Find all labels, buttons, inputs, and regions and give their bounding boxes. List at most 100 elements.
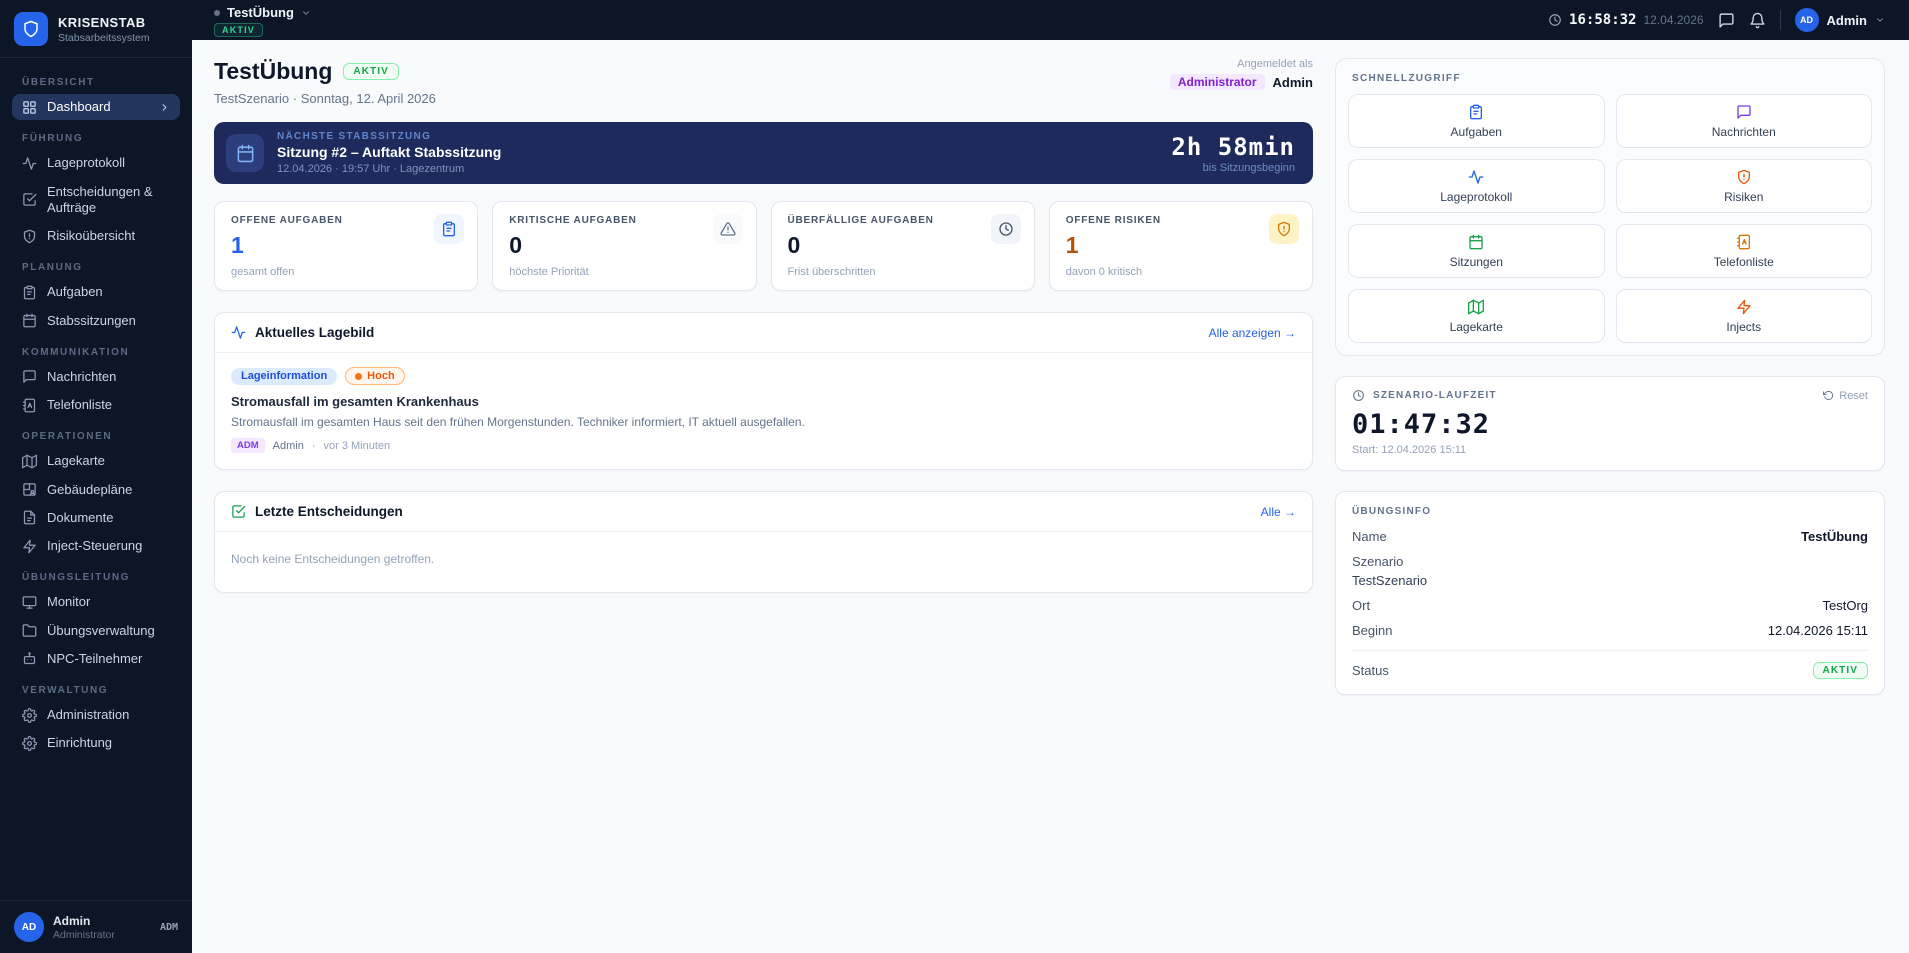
sidebar-item-entscheidungen[interactable]: Entscheidungen & Aufträge <box>12 179 180 222</box>
topbar-clock: 16:58:32 12.04.2026 <box>1548 12 1704 28</box>
sidebar-item-administration[interactable]: Administration <box>12 702 180 728</box>
sidebar-item-label: Lagekarte <box>47 453 105 469</box>
clock-icon <box>998 221 1014 237</box>
next-session-banner[interactable]: NÄCHSTE STABSSITZUNG Sitzung #2 – Auftak… <box>214 122 1313 184</box>
quick-tile-lagekarte[interactable]: Lagekarte <box>1348 289 1605 343</box>
sidebar-nav: ÜBERSICHT Dashboard FÜHRUNG Lageprotokol… <box>0 58 192 900</box>
sidebar-item-label: Entscheidungen & Aufträge <box>47 183 153 215</box>
sidebar-item-npc-teilnehmer[interactable]: NPC-Teilnehmer <box>12 646 180 672</box>
sidebar-item-inject-steuerung[interactable]: Inject-Steuerung <box>12 533 180 559</box>
entscheidungen-all-link[interactable]: Alle → <box>1261 505 1296 519</box>
chevron-down-icon <box>1875 15 1885 25</box>
quick-tile-sitzungen[interactable]: Sitzungen <box>1348 224 1605 278</box>
sidebar-item-label: Inject-Steuerung <box>47 538 143 553</box>
messages-button[interactable] <box>1718 12 1735 29</box>
sidebar: KRISENSTAB Stabsarbeitssystem ÜBERSICHT … <box>0 0 192 953</box>
uebungsinfo-card: ÜBUNGSINFO Name TestÜbung Szenario TestS… <box>1335 491 1885 695</box>
sidebar-item-dokumente[interactable]: Dokumente <box>12 505 180 531</box>
stat-offene-risiken: OFFENE RISIKEN 1 davon 0 kritisch <box>1048 201 1313 291</box>
sidebar-section-uebersicht: ÜBERSICHT <box>22 77 95 88</box>
info-row-ort: Ort TestOrg <box>1352 598 1868 613</box>
lagebild-entry[interactable]: Lageinformation Hoch Stromausfall im ges… <box>215 353 1312 469</box>
entscheidungen-card: Letzte Entscheidungen Alle → Noch keine … <box>214 491 1313 593</box>
check-square-icon <box>22 192 37 207</box>
exercise-name: TestÜbung <box>227 5 294 20</box>
topbar-time: 16:58:32 <box>1569 12 1637 28</box>
user-menu[interactable]: AD Admin <box>1794 8 1885 32</box>
stat-label: OFFENE AUFGABEN <box>231 215 343 226</box>
shield-icon <box>22 20 40 38</box>
sidebar-user-name: Admin <box>53 913 91 928</box>
sidebar-item-label: Dokumente <box>47 509 114 525</box>
activity-icon <box>22 156 37 171</box>
entry-time-ago: vor 3 Minuten <box>323 439 391 452</box>
sidebar-section-operationen: OPERATIONEN <box>22 431 113 443</box>
quick-tile-injects[interactable]: Injects <box>1615 289 1872 343</box>
entscheidungen-title: Letzte Entscheidungen <box>255 504 403 519</box>
main-content: TestÜbung AKTIV TestSzenario · Sonntag, … <box>192 40 1909 953</box>
sidebar-item-dashboard[interactable]: Dashboard <box>12 94 180 121</box>
entscheidungen-empty-text: Noch keine Entscheidungen getroffen. <box>231 552 435 566</box>
notifications-button[interactable] <box>1749 12 1766 29</box>
stat-sublabel: gesamt offen <box>231 266 295 278</box>
sidebar-item-label: Einrichtung <box>47 735 113 751</box>
runtime-card: SZENARIO-LAUFZEIT Reset 01:47:32 Start: … <box>1335 376 1885 471</box>
page-header: TestÜbung AKTIV TestSzenario · Sonntag, … <box>214 58 1313 106</box>
calendar-icon <box>1468 234 1484 250</box>
stat-value: 1 <box>231 232 244 258</box>
entry-type-badge: Lageinformation <box>231 367 338 385</box>
sidebar-item-label: Administration <box>47 707 130 722</box>
header-user-name: Admin <box>1272 74 1313 90</box>
info-row-szenario: Szenario TestSzenario <box>1352 554 1428 588</box>
sidebar-item-label: Telefonliste <box>47 397 113 412</box>
sidebar-item-label: Risikoübersicht <box>47 228 136 243</box>
sidebar-section-verwaltung: VERWALTUNG <box>22 685 109 696</box>
sidebar-item-lagekarte[interactable]: Lagekarte <box>12 448 180 474</box>
sidebar-item-stabssitzungen[interactable]: Stabssitzungen <box>12 308 180 334</box>
sidebar-item-label: Stabssitzungen <box>47 312 136 328</box>
page-title: TestÜbung <box>214 58 333 84</box>
shield-alert-icon <box>1276 221 1292 237</box>
entry-description: Stromausfall im gesamten Haus seit den f… <box>231 415 805 429</box>
exercise-status-badge: AKTIV <box>214 23 263 37</box>
lagebild-show-all-link[interactable]: Alle anzeigen → <box>1209 326 1296 340</box>
stat-offene-aufgaben: OFFENE AUFGABEN 1 gesamt offen <box>214 201 479 291</box>
stat-sublabel: höchste Priorität <box>509 266 589 278</box>
sidebar-item-monitor[interactable]: Monitor <box>12 589 180 615</box>
sidebar-item-einrichtung[interactable]: Einrichtung <box>12 730 180 756</box>
sidebar-item-gebaeudeplaene[interactable]: Gebäudepläne <box>12 477 180 503</box>
quick-tile-nachrichten[interactable]: Nachrichten <box>1615 94 1872 148</box>
robot-icon <box>22 651 37 666</box>
shield-alert-icon <box>22 229 37 244</box>
info-row-name: Name TestÜbung <box>1352 529 1868 544</box>
banner-title: Sitzung #2 – Auftakt Stabssitzung <box>277 144 502 160</box>
lagebild-card: Aktuelles Lagebild Alle anzeigen → Lagei… <box>214 312 1313 470</box>
quick-tile-telefonliste[interactable]: Telefonliste <box>1615 224 1872 278</box>
divider <box>1779 10 1781 30</box>
sidebar-item-aufgaben[interactable]: Aufgaben <box>12 279 180 305</box>
chevron-down-icon <box>301 8 311 18</box>
reset-button[interactable]: Reset <box>1823 390 1868 402</box>
lagebild-title: Aktuelles Lagebild <box>255 325 375 340</box>
stat-sublabel: Frist überschritten <box>787 266 876 278</box>
clipboard-icon <box>441 221 457 237</box>
sidebar-item-telefonliste[interactable]: Telefonliste <box>12 392 180 418</box>
quick-tile-lageprotokoll[interactable]: Lageprotokoll <box>1348 159 1605 213</box>
sidebar-item-lageprotokoll[interactable]: Lageprotokoll <box>12 150 180 176</box>
entry-priority-badge: Hoch <box>345 367 405 385</box>
sidebar-user[interactable]: AD Admin Administrator ADM <box>0 900 192 953</box>
sidebar-section-kommunikation: KOMMUNIKATION <box>22 346 130 358</box>
exercise-switcher[interactable]: TestÜbung <box>214 5 311 20</box>
sidebar-item-risikouebersicht[interactable]: Risikoübersicht <box>12 223 180 249</box>
shield-alert-icon <box>1736 169 1752 185</box>
sidebar-item-label: Monitor <box>47 594 91 610</box>
stat-ueberfaellige-aufgaben: ÜBERFÄLLIGE AUFGABEN 0 Frist überschritt… <box>770 201 1035 291</box>
avatar: AD <box>14 912 44 942</box>
sidebar-item-nachrichten[interactable]: Nachrichten <box>12 364 180 390</box>
sidebar-item-label: Lageprotokoll <box>47 155 126 171</box>
sidebar-item-uebungsverwaltung[interactable]: Übungsverwaltung <box>12 618 180 644</box>
quick-tile-aufgaben[interactable]: Aufgaben <box>1348 94 1605 148</box>
sidebar-section-uebungsleitung: ÜBUNGSLEITUNG <box>22 572 131 584</box>
quick-tile-risiken[interactable]: Risiken <box>1615 159 1872 213</box>
page-subtitle: TestSzenario · Sonntag, 12. April 2026 <box>214 91 436 106</box>
